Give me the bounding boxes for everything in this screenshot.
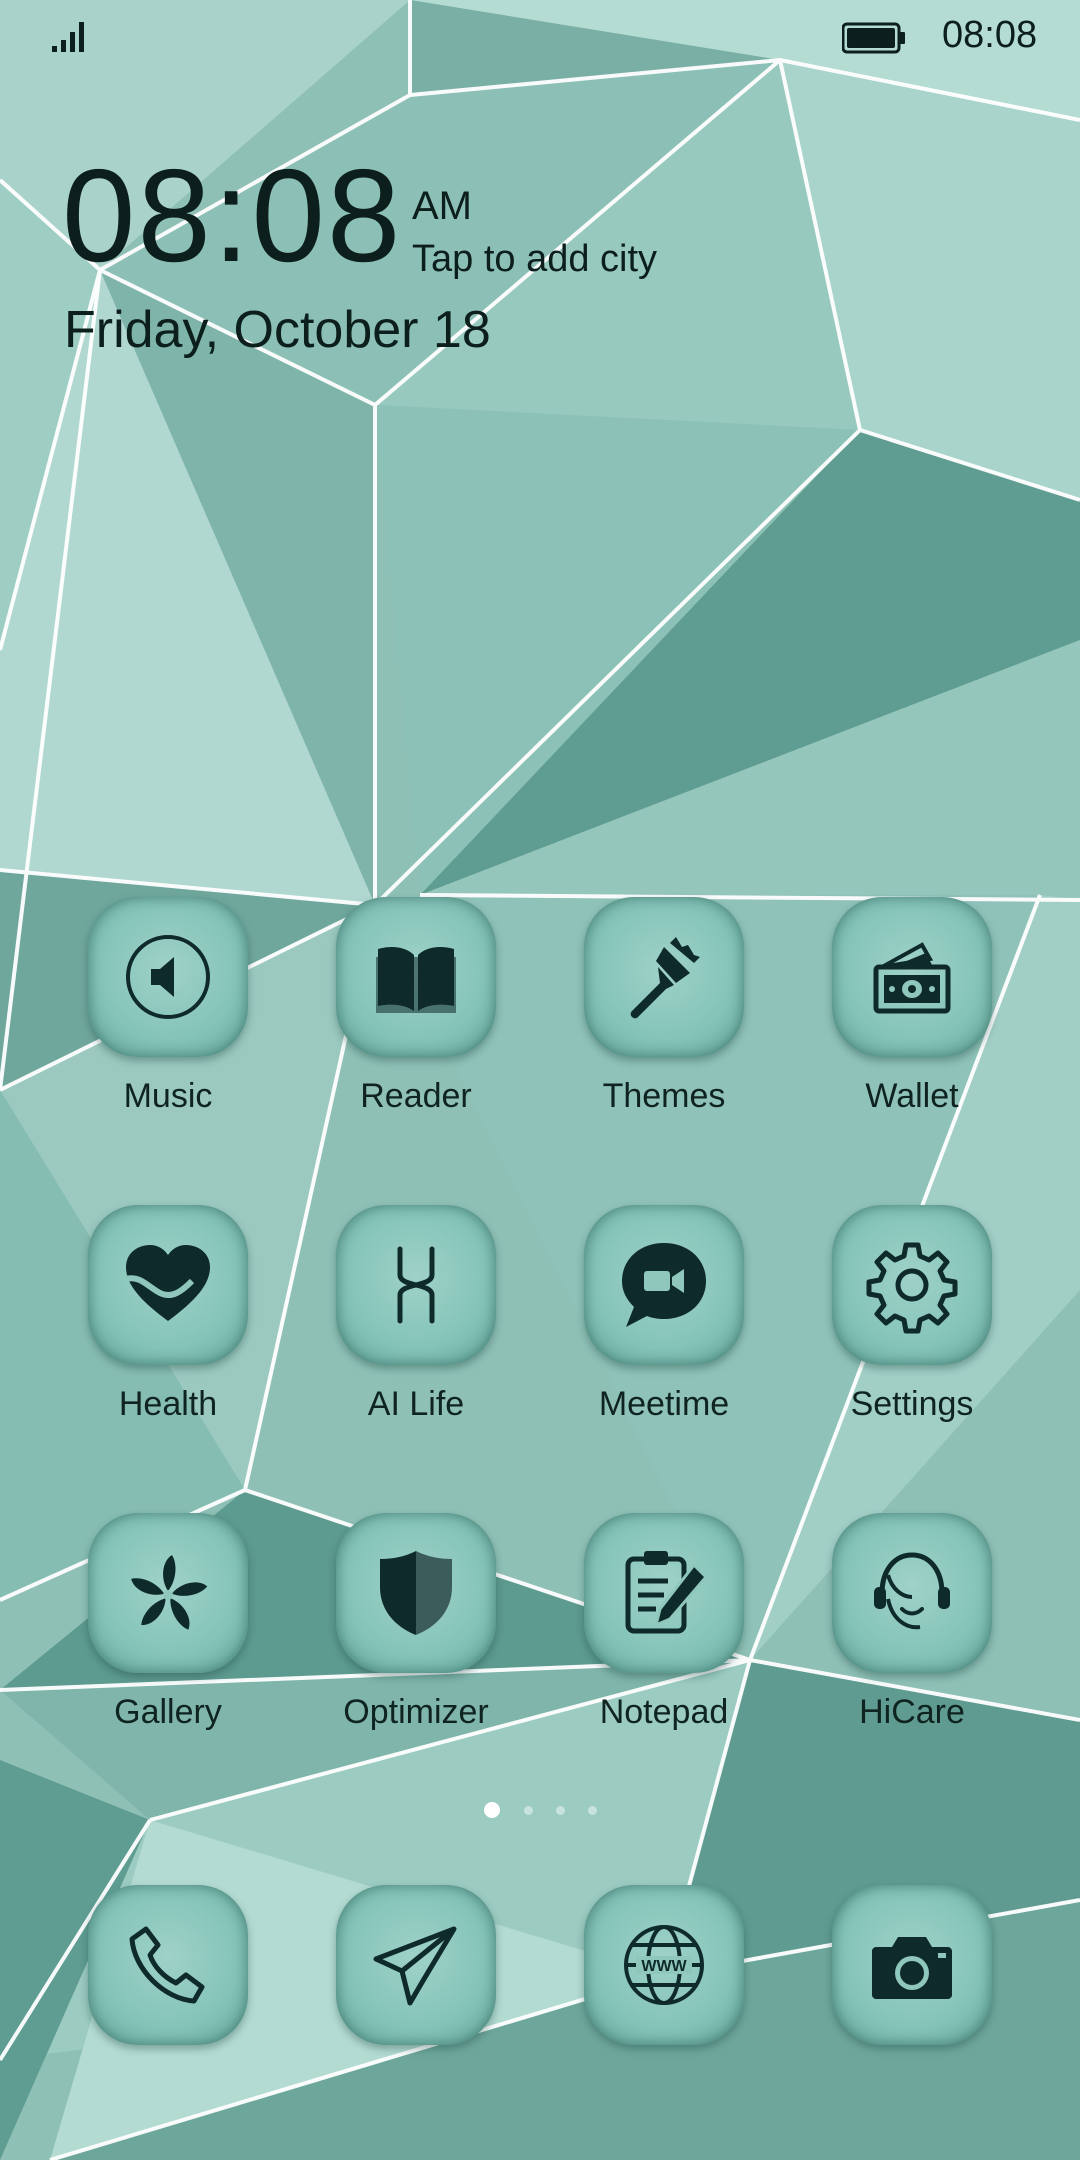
phone-icon	[129, 1926, 205, 2004]
app-reader[interactable]: Reader	[316, 897, 516, 1147]
app-settings[interactable]: Settings	[812, 1205, 1012, 1455]
app-meetime[interactable]: Meetime	[564, 1205, 764, 1455]
app-themes[interactable]: Themes	[564, 897, 764, 1147]
app-ai-life[interactable]: AI Life	[316, 1205, 516, 1455]
dock-messaging[interactable]	[316, 1885, 516, 2135]
wallet-icon	[873, 942, 951, 1014]
app-hicare[interactable]: HiCare	[812, 1513, 1012, 1763]
heart-icon	[125, 1245, 210, 1321]
page-indicator[interactable]	[480, 1802, 600, 1822]
app-label: AI Life	[367, 1385, 465, 1423]
gear-icon	[866, 1242, 958, 1334]
paintbrush-icon	[630, 937, 700, 1019]
app-notepad[interactable]: Notepad	[564, 1513, 764, 1763]
add-city-link[interactable]: Tap to add city	[412, 238, 657, 281]
status-bar: 08:08	[0, 0, 1080, 80]
dock-phone[interactable]	[68, 1885, 268, 2135]
app-tile[interactable]	[832, 1513, 992, 1673]
app-tile[interactable]	[336, 1885, 496, 2045]
app-label: Health	[118, 1385, 218, 1423]
page-dot[interactable]	[588, 1806, 597, 1815]
app-tile[interactable]	[832, 1885, 992, 2045]
clock-date: Friday, October 18	[64, 301, 491, 359]
app-health[interactable]: Health	[68, 1205, 268, 1455]
app-tile[interactable]: WWW	[584, 1885, 744, 2045]
app-label: Settings	[850, 1385, 974, 1423]
app-tile[interactable]	[88, 1513, 248, 1673]
app-gallery[interactable]: Gallery	[68, 1513, 268, 1763]
app-tile[interactable]	[584, 1205, 744, 1365]
book-icon	[376, 947, 456, 1013]
app-tile[interactable]	[336, 897, 496, 1057]
app-music[interactable]: Music	[68, 897, 268, 1147]
status-time: 08:08	[942, 14, 1038, 56]
clock-time: 08:08	[62, 142, 403, 289]
app-label: Wallet	[865, 1077, 959, 1115]
app-label: Reader	[360, 1077, 472, 1115]
ai-life-icon	[397, 1246, 435, 1324]
dock-browser[interactable]: WWW	[564, 1885, 764, 2135]
globe-icon: WWW	[624, 1925, 704, 2005]
app-tile[interactable]	[584, 1513, 744, 1673]
app-tile[interactable]	[88, 897, 248, 1057]
speaker-icon	[126, 935, 210, 1019]
app-wallet[interactable]: Wallet	[812, 897, 1012, 1147]
page-dot-active[interactable]	[484, 1802, 500, 1818]
app-label: Meetime	[598, 1385, 730, 1423]
battery-icon	[842, 22, 905, 54]
headset-icon	[874, 1552, 950, 1630]
app-tile[interactable]	[584, 897, 744, 1057]
video-chat-icon	[622, 1243, 706, 1327]
flower-icon	[131, 1555, 208, 1630]
app-label: HiCare	[859, 1693, 965, 1731]
paper-plane-icon	[373, 1926, 457, 2006]
app-label: Optimizer	[343, 1693, 489, 1731]
svg-text:WWW: WWW	[641, 1958, 687, 1975]
app-label: Music	[123, 1077, 213, 1115]
app-tile[interactable]	[832, 1205, 992, 1365]
page-dot[interactable]	[556, 1806, 565, 1815]
page-dot[interactable]	[524, 1806, 533, 1815]
dock-camera[interactable]	[812, 1885, 1012, 2135]
clipboard-pencil-icon	[625, 1551, 709, 1634]
app-label: Themes	[602, 1077, 726, 1115]
app-label: Gallery	[114, 1693, 222, 1731]
camera-icon	[872, 1937, 952, 1999]
clock-ampm: AM	[412, 184, 472, 228]
app-label: Notepad	[599, 1693, 729, 1731]
app-tile[interactable]	[336, 1513, 496, 1673]
app-tile[interactable]	[832, 897, 992, 1057]
signal-icon	[52, 22, 84, 52]
app-tile[interactable]	[88, 1205, 248, 1365]
app-optimizer[interactable]: Optimizer	[316, 1513, 516, 1763]
app-tile[interactable]	[88, 1885, 248, 2045]
app-tile[interactable]	[336, 1205, 496, 1365]
shield-icon	[380, 1551, 452, 1635]
